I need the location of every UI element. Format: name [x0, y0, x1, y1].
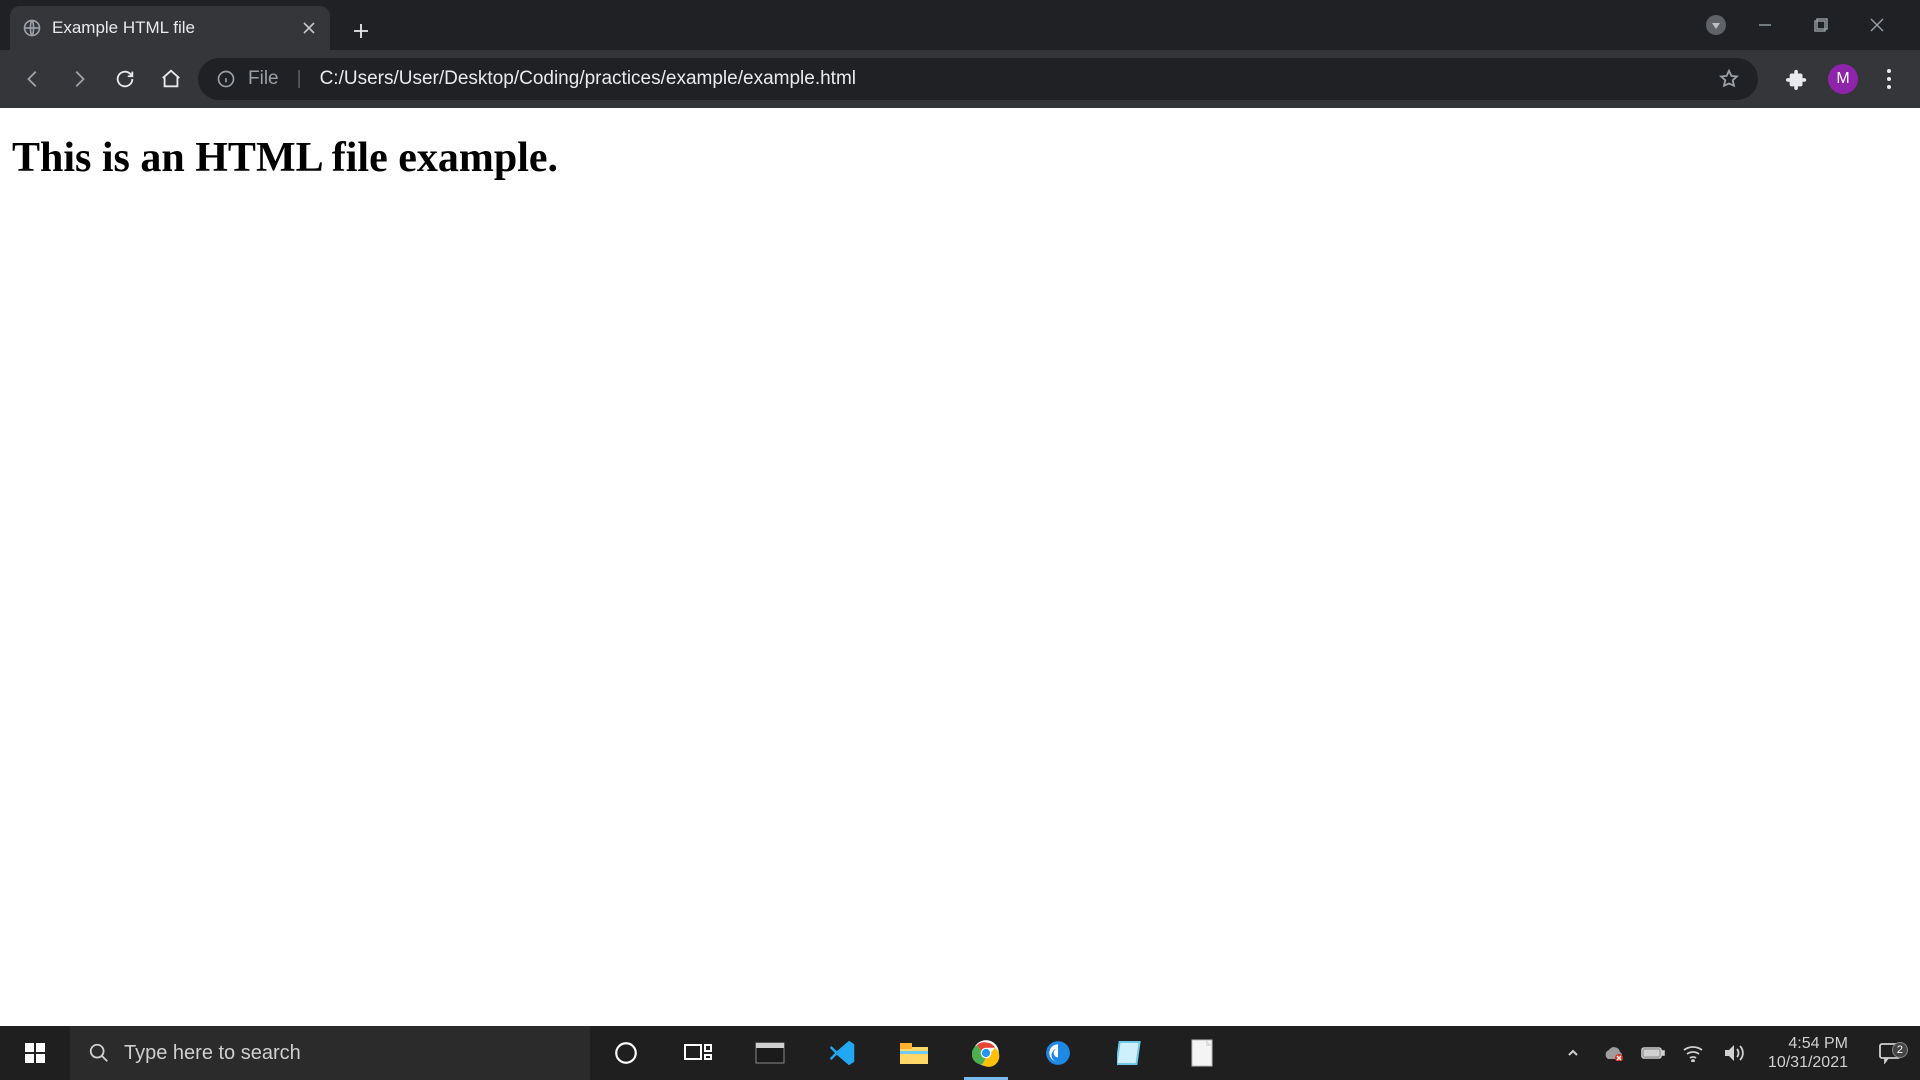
cortana-icon[interactable]	[590, 1026, 662, 1080]
volume-tray-icon[interactable]	[1720, 1040, 1746, 1066]
notepad-app-icon[interactable]	[1094, 1026, 1166, 1080]
file-explorer-app-icon[interactable]	[878, 1026, 950, 1080]
chrome-app-icon[interactable]	[950, 1026, 1022, 1080]
globe-icon	[22, 18, 42, 38]
browser-toolbar: File | C:/Users/User/Desktop/Coding/prac…	[0, 50, 1920, 108]
maximize-window-icon[interactable]	[1804, 8, 1838, 42]
search-icon	[88, 1042, 110, 1064]
profile-avatar[interactable]: M	[1828, 64, 1858, 94]
new-tab-button[interactable]	[342, 12, 380, 50]
terminal-app-icon[interactable]	[734, 1026, 806, 1080]
close-tab-icon[interactable]	[300, 19, 318, 37]
clock-date: 10/31/2021	[1768, 1053, 1848, 1072]
chrome-window-frame: Example HTML file	[0, 0, 1920, 108]
tray-overflow-icon[interactable]	[1560, 1040, 1586, 1066]
vscode-app-icon[interactable]	[806, 1026, 878, 1080]
back-button[interactable]	[14, 60, 52, 98]
kebab-icon	[1887, 69, 1891, 89]
onedrive-tray-icon[interactable]	[1600, 1040, 1626, 1066]
bookmark-star-icon[interactable]	[1718, 68, 1740, 90]
system-tray: 4:54 PM 10/31/2021 2	[1550, 1026, 1920, 1080]
window-controls	[1680, 0, 1920, 50]
extensions-icon[interactable]	[1780, 62, 1814, 96]
reload-button[interactable]	[106, 60, 144, 98]
desktop-screen: Example HTML file	[0, 0, 1920, 1080]
url-separator: |	[291, 68, 308, 90]
windows-taskbar: Type here to search	[0, 1026, 1920, 1080]
taskbar-clock[interactable]: 4:54 PM 10/31/2021	[1760, 1034, 1856, 1072]
wifi-tray-icon[interactable]	[1680, 1040, 1706, 1066]
taskbar-search[interactable]: Type here to search	[70, 1026, 590, 1080]
chrome-menu-button[interactable]	[1872, 62, 1906, 96]
browser-app-icon[interactable]	[1022, 1026, 1094, 1080]
url-scheme: File	[248, 68, 279, 90]
site-info-icon[interactable]	[216, 69, 236, 89]
minimize-window-icon[interactable]	[1748, 8, 1782, 42]
extensions-area: M	[1766, 62, 1906, 96]
taskbar-search-placeholder: Type here to search	[124, 1042, 301, 1065]
clock-time: 4:54 PM	[1788, 1034, 1848, 1053]
address-bar[interactable]: File | C:/Users/User/Desktop/Coding/prac…	[198, 58, 1758, 100]
page-heading: This is an HTML file example.	[0, 108, 1920, 182]
profile-initial: M	[1836, 70, 1849, 88]
battery-tray-icon[interactable]	[1640, 1040, 1666, 1066]
close-window-icon[interactable]	[1860, 8, 1894, 42]
chrome-account-icon[interactable]	[1706, 15, 1726, 35]
page-viewport[interactable]: This is an HTML file example.	[0, 108, 1920, 1026]
home-button[interactable]	[152, 60, 190, 98]
document-app-icon[interactable]	[1166, 1026, 1238, 1080]
action-center-icon[interactable]: 2	[1870, 1042, 1910, 1064]
tab-title: Example HTML file	[52, 18, 290, 38]
start-button[interactable]	[0, 1026, 70, 1080]
taskbar-pinned-apps	[590, 1026, 1238, 1080]
task-view-icon[interactable]	[662, 1026, 734, 1080]
tab-strip: Example HTML file	[0, 0, 1920, 50]
forward-button[interactable]	[60, 60, 98, 98]
browser-tab[interactable]: Example HTML file	[10, 6, 330, 50]
action-center-badge: 2	[1892, 1042, 1908, 1058]
url-path: C:/Users/User/Desktop/Coding/practices/e…	[320, 68, 856, 90]
